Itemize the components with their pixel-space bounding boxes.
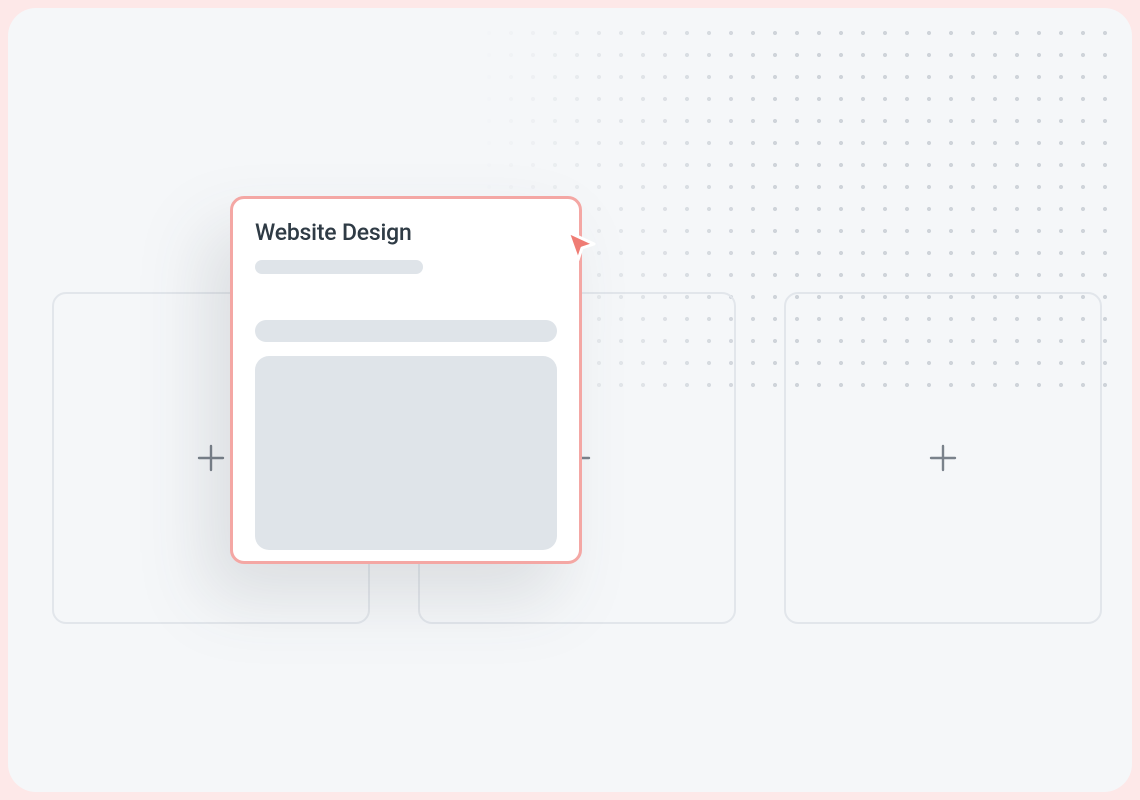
project-card[interactable]: Website Design: [230, 196, 582, 564]
canvas-stage: Website Design: [8, 8, 1132, 792]
dragged-card-wrap: Website Design: [230, 196, 582, 564]
plus-icon: [196, 443, 226, 473]
drag-cursor-icon: [560, 226, 600, 266]
project-card-title: Website Design: [255, 219, 557, 246]
plus-icon: [928, 443, 958, 473]
skeleton-block: [255, 356, 557, 550]
drop-zone-slot[interactable]: [784, 292, 1102, 624]
skeleton-line-short: [255, 260, 423, 274]
skeleton-line-long: [255, 320, 557, 342]
